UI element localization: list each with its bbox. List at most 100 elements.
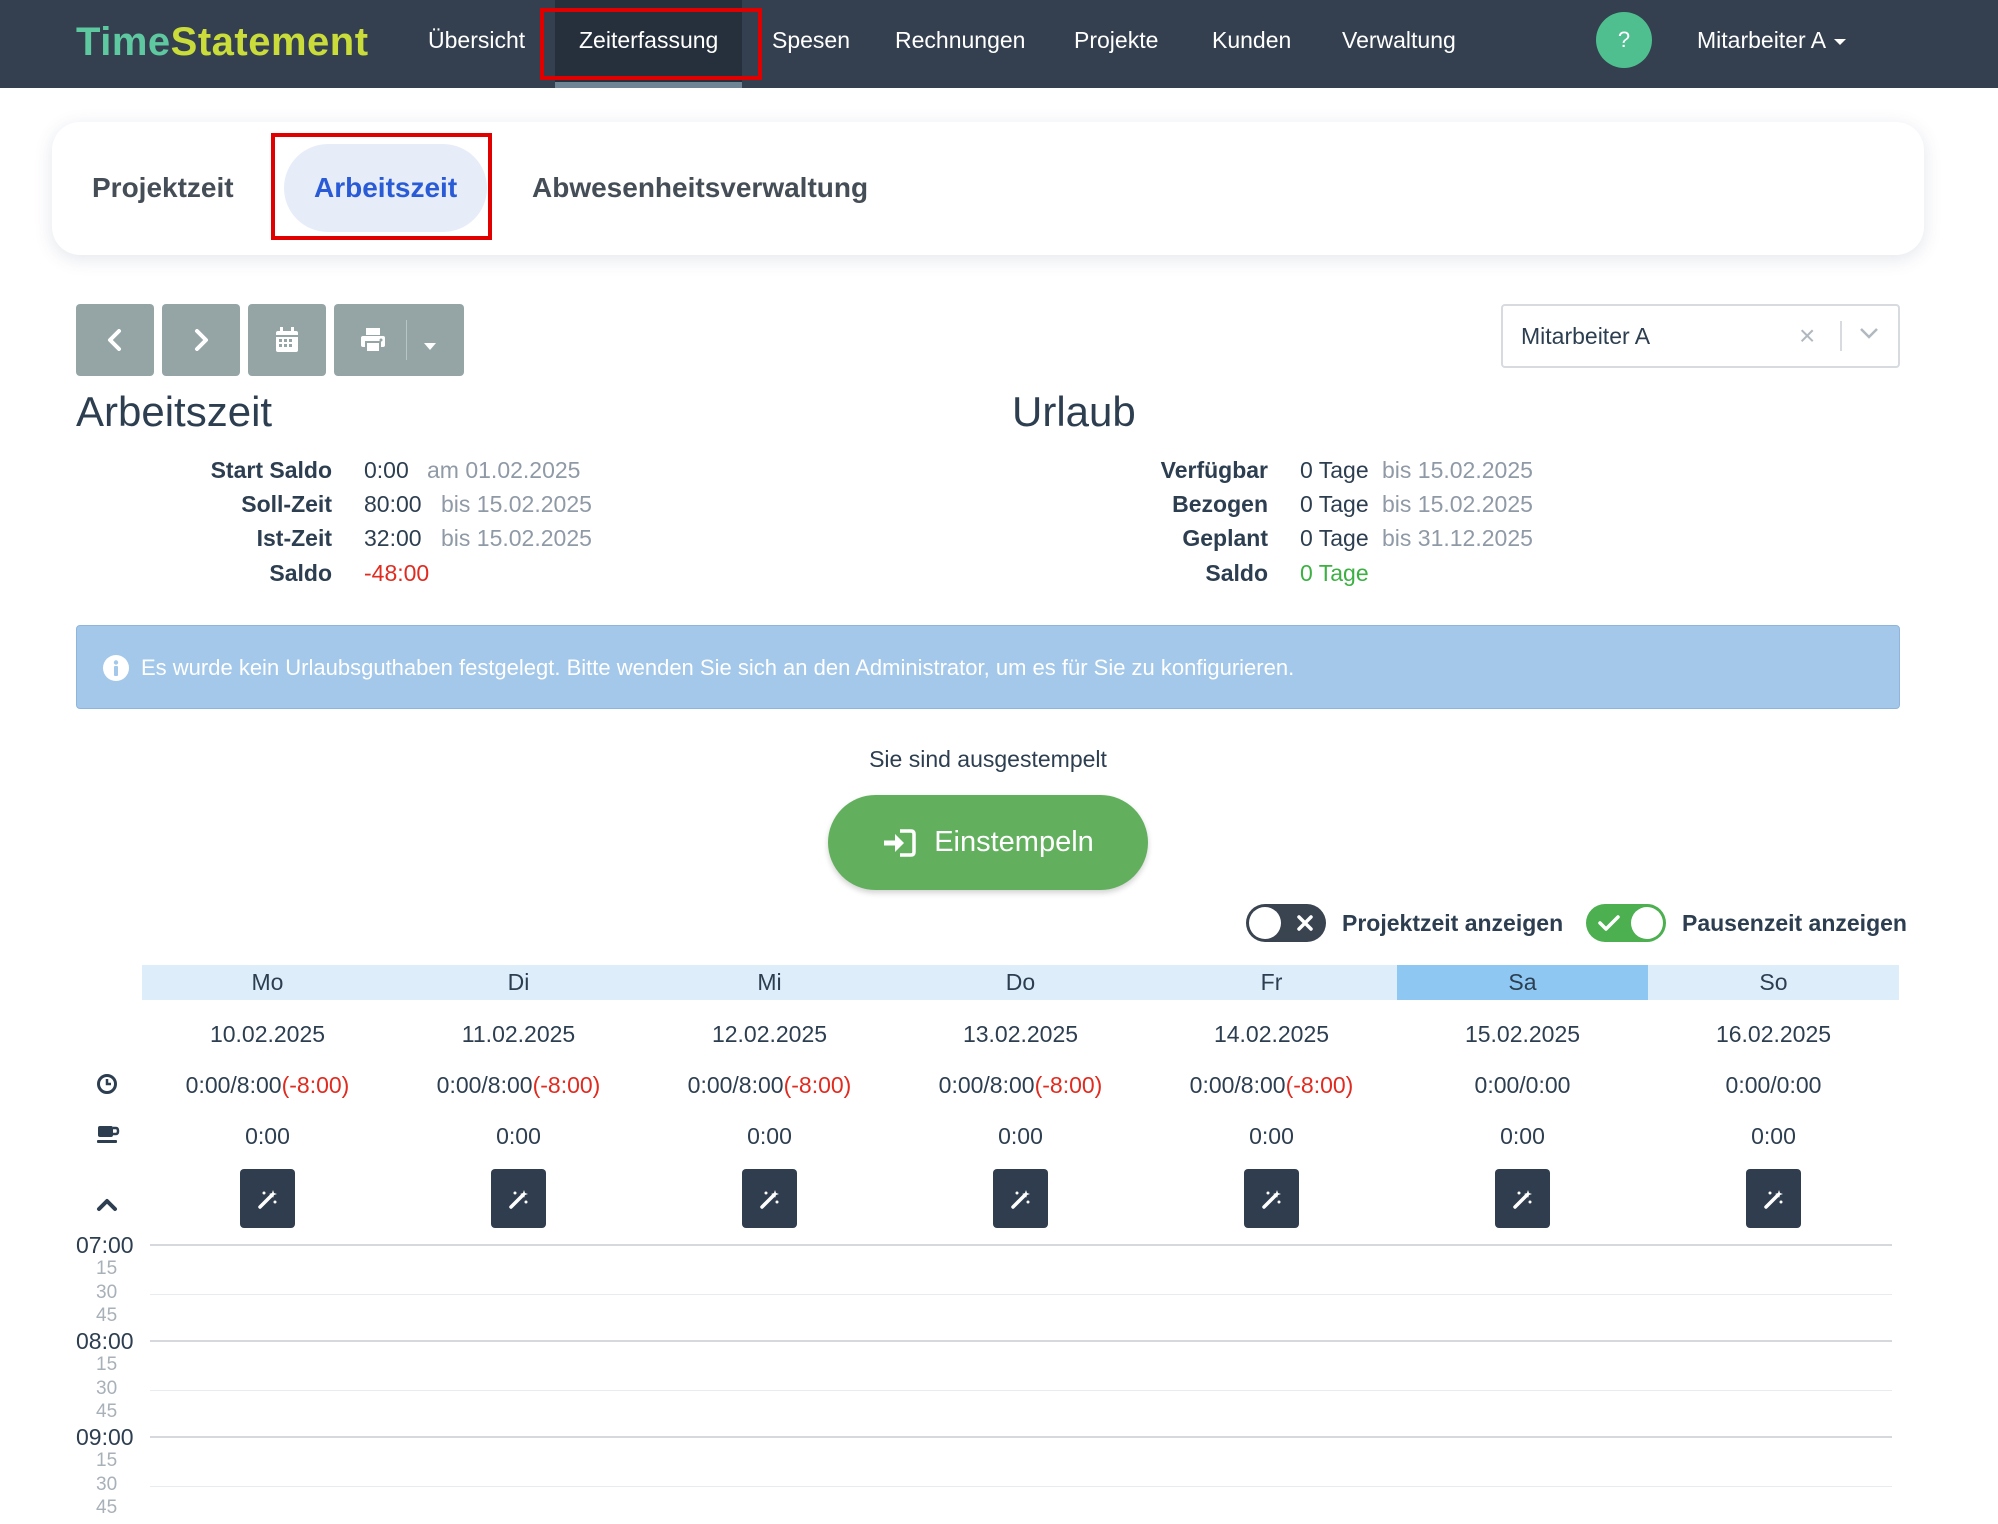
quarter-label: 30 (96, 1474, 118, 1495)
day-time-sa: 0:00/0:00 (1397, 1072, 1648, 1099)
day-date-sa: 15.02.2025 (1464, 1021, 1581, 1047)
magic-wand-icon (1010, 1189, 1030, 1209)
fill-day-button-mo[interactable] (240, 1169, 295, 1228)
previous-week-button[interactable] (76, 304, 154, 376)
user-menu-label: Mitarbeiter A (1697, 27, 1827, 53)
fill-day-button-sa[interactable] (1495, 1169, 1550, 1228)
tab-arbeitszeit[interactable]: Arbeitszeit (284, 144, 488, 232)
urlaub-label-bezogen: Bezogen (1172, 491, 1268, 517)
day-header-so: So (1648, 965, 1899, 1000)
quarter-label: 30 (96, 1282, 118, 1303)
nav-zeiterfassung[interactable]: Zeiterfassung (555, 0, 743, 88)
pausenzeit-toggle-label: Pausenzeit anzeigen (1682, 910, 1907, 936)
einstempeln-label: Einstempeln (934, 826, 1094, 858)
print-split-button[interactable] (334, 304, 464, 376)
urlaub-value-verfuegbar: 0 Tage (1300, 457, 1369, 483)
hour-label-0800: 08:00 (76, 1328, 134, 1354)
tab-projektzeit[interactable]: Projektzeit (92, 144, 234, 232)
urlaub-label-verfuegbar: Verfügbar (1160, 457, 1268, 483)
urlaub-note-verfuegbar: bis 15.02.2025 (1382, 457, 1533, 483)
check-icon (1598, 914, 1620, 937)
stat-label-soll-zeit: Soll-Zeit (241, 491, 332, 517)
fill-day-button-so[interactable] (1746, 1169, 1801, 1228)
projektzeit-toggle-label: Projektzeit anzeigen (1342, 910, 1564, 936)
print-icon (360, 327, 386, 358)
calendar-icon (276, 327, 298, 352)
chevron-up-icon[interactable] (96, 1198, 118, 1217)
fill-day-button-mi[interactable] (742, 1169, 797, 1228)
magic-wand-icon (759, 1189, 779, 1209)
projektzeit-toggle[interactable] (1246, 904, 1326, 942)
day-time-value: 0:00/8:00 (1189, 1072, 1286, 1098)
day-time-do: 0:00/8:00(-8:00) (895, 1072, 1146, 1099)
tab-abwesenheitsverwaltung[interactable]: Abwesenheitsverwaltung (532, 144, 868, 232)
day-header-di: Di (393, 965, 644, 1000)
stat-value-saldo: -48:00 (364, 560, 430, 586)
day-time-fr: 0:00/8:00(-8:00) (1146, 1072, 1397, 1099)
day-pause-di: 0:00 (496, 1123, 541, 1149)
magic-wand-icon (508, 1189, 528, 1209)
split-divider (406, 320, 407, 360)
nav-projekte[interactable]: Projekte (1074, 0, 1158, 88)
magic-wand-icon (257, 1189, 277, 1209)
magic-wand-icon (1261, 1189, 1281, 1209)
day-time-value: 0:00/8:00 (687, 1072, 784, 1098)
fill-day-button-fr[interactable] (1244, 1169, 1299, 1228)
urlaub-label-geplant: Geplant (1182, 525, 1268, 551)
user-menu[interactable]: Mitarbeiter A (1697, 0, 1847, 80)
hour-gridline (150, 1436, 1892, 1438)
next-week-button[interactable] (162, 304, 240, 376)
nav-uebersicht[interactable]: Übersicht (428, 0, 525, 88)
stat-value-soll-zeit: 80:00 (364, 491, 422, 517)
stat-label-start-saldo: Start Saldo (210, 457, 332, 483)
toggle-knob (1249, 907, 1281, 939)
nav-verwaltung[interactable]: Verwaltung (1342, 0, 1456, 88)
half-hour-gridline (150, 1294, 1892, 1295)
day-pause-so: 0:00 (1751, 1123, 1796, 1149)
day-date-di: 11.02.2025 (461, 1021, 576, 1047)
hour-label-0700: 07:00 (76, 1232, 134, 1258)
help-button[interactable]: ? (1596, 12, 1652, 68)
quarter-label: 45 (96, 1305, 118, 1326)
day-pause-mi: 0:00 (747, 1123, 792, 1149)
employee-select[interactable]: Mitarbeiter A × (1501, 304, 1900, 368)
magic-wand-icon (1512, 1189, 1532, 1209)
day-header-mo: Mo (142, 965, 393, 1000)
magic-wand-icon (1763, 1189, 1783, 1209)
day-time-so: 0:00/0:00 (1648, 1072, 1899, 1099)
chevron-down-icon[interactable] (1859, 326, 1879, 344)
quarter-label: 30 (96, 1378, 118, 1399)
caret-down-icon[interactable] (424, 337, 436, 355)
day-time-mi: 0:00/8:00(-8:00) (644, 1072, 895, 1099)
stat-note-start-saldo: am 01.02.2025 (427, 457, 581, 483)
day-date-mo: 10.02.2025 (209, 1021, 326, 1047)
einstempeln-button[interactable]: Einstempeln (828, 795, 1148, 890)
day-date-so: 16.02.2025 (1715, 1021, 1832, 1047)
day-date-mi: 12.02.2025 (711, 1021, 828, 1047)
day-header-mi: Mi (644, 965, 895, 1000)
hour-gridline (150, 1340, 1892, 1342)
sign-in-icon (882, 828, 916, 858)
urlaub-label-saldo: Saldo (1205, 560, 1268, 586)
stat-label-ist-zeit: Ist-Zeit (256, 525, 332, 551)
half-hour-gridline (150, 1486, 1892, 1487)
top-navbar: TimeStatement Übersicht Zeiterfassung Sp… (0, 0, 1998, 88)
day-header-sa: Sa (1397, 965, 1648, 1000)
stamp-status-text: Sie sind ausgestempelt (869, 746, 1107, 772)
info-alert-text: Es wurde kein Urlaubsguthaben festgelegt… (141, 655, 1295, 680)
hour-label-0900: 09:00 (76, 1424, 134, 1450)
fill-day-button-do[interactable] (993, 1169, 1048, 1228)
pausenzeit-toggle[interactable] (1586, 904, 1666, 942)
calendar-button[interactable] (248, 304, 326, 376)
nav-kunden[interactable]: Kunden (1212, 0, 1291, 88)
info-icon (103, 655, 129, 686)
clear-icon[interactable]: × (1799, 306, 1815, 366)
day-pause-mo: 0:00 (245, 1123, 290, 1149)
fill-day-button-di[interactable] (491, 1169, 546, 1228)
brand-logo[interactable]: TimeStatement (76, 14, 369, 70)
chevron-right-icon (195, 329, 208, 351)
nav-rechnungen[interactable]: Rechnungen (895, 0, 1025, 88)
half-hour-gridline (150, 1390, 1892, 1391)
quarter-label: 45 (96, 1497, 118, 1518)
nav-spesen[interactable]: Spesen (772, 0, 850, 88)
